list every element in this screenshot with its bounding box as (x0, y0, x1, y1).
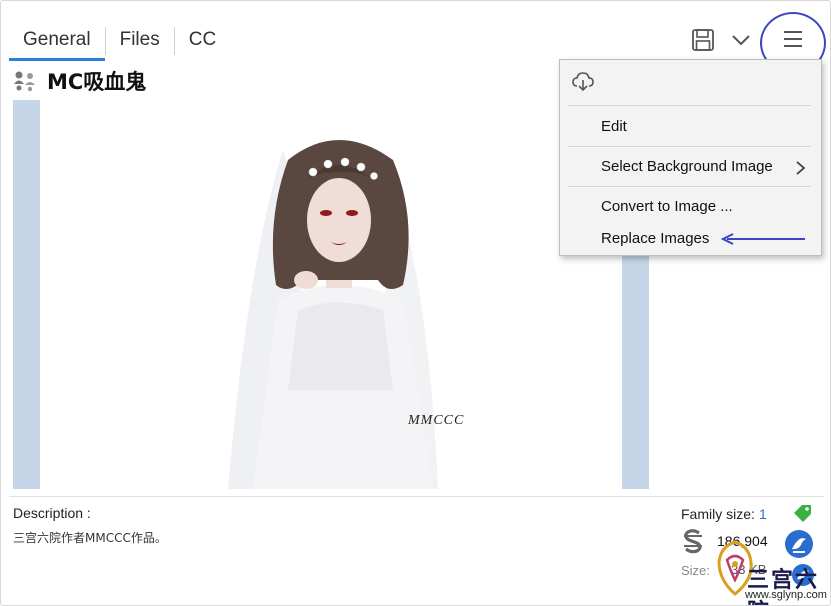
menu-separator (568, 105, 811, 106)
tab-cc[interactable]: CC (175, 23, 230, 61)
menu-item-replace-images[interactable]: Replace Images (601, 230, 709, 247)
cloud-download-icon[interactable] (572, 72, 594, 92)
menu-item-convert-to-image[interactable]: Convert to Image ... (601, 198, 733, 215)
tag-icon (794, 505, 811, 522)
site-url: www.sglynp.com (745, 589, 827, 601)
simoleon-icon (684, 529, 702, 554)
preview-background-bar-left (13, 100, 40, 489)
annotation-arrow (720, 233, 805, 245)
sim-character-image (228, 140, 438, 489)
family-size-value: 1 (759, 506, 767, 522)
app-window: General Files CC MC吸血鬼 MMCCC Description… (0, 0, 831, 606)
menu-item-select-background-image[interactable]: Select Background Image (601, 158, 773, 175)
tab-general[interactable]: General (9, 23, 105, 61)
tab-bar: General Files CC (9, 23, 230, 61)
hamburger-menu-icon[interactable] (781, 27, 805, 51)
household-name: MC吸血鬼 (47, 70, 147, 94)
menu-separator (568, 146, 811, 147)
household-preview: MMCCC (13, 100, 649, 489)
description-label: Description : (13, 505, 91, 521)
preview-watermark: MMCCC (408, 413, 465, 428)
household-icon (14, 71, 35, 92)
bird-badge-icon (785, 530, 813, 558)
preview-background-bar-right (622, 250, 649, 489)
section-divider (9, 496, 824, 497)
save-icon[interactable] (691, 28, 715, 52)
description-text: 三宫六院作者MMCCC作品。 (13, 531, 167, 545)
chevron-down-icon[interactable] (731, 32, 751, 48)
options-dropdown-menu: Edit Select Background Image Convert to … (559, 59, 822, 256)
chevron-right-icon (796, 161, 806, 175)
household-title-row: MC吸血鬼 (13, 67, 146, 95)
menu-separator (568, 186, 811, 187)
menu-item-edit[interactable]: Edit (601, 118, 627, 135)
tab-files[interactable]: Files (106, 23, 174, 61)
family-size-label: Family size: (681, 506, 755, 522)
